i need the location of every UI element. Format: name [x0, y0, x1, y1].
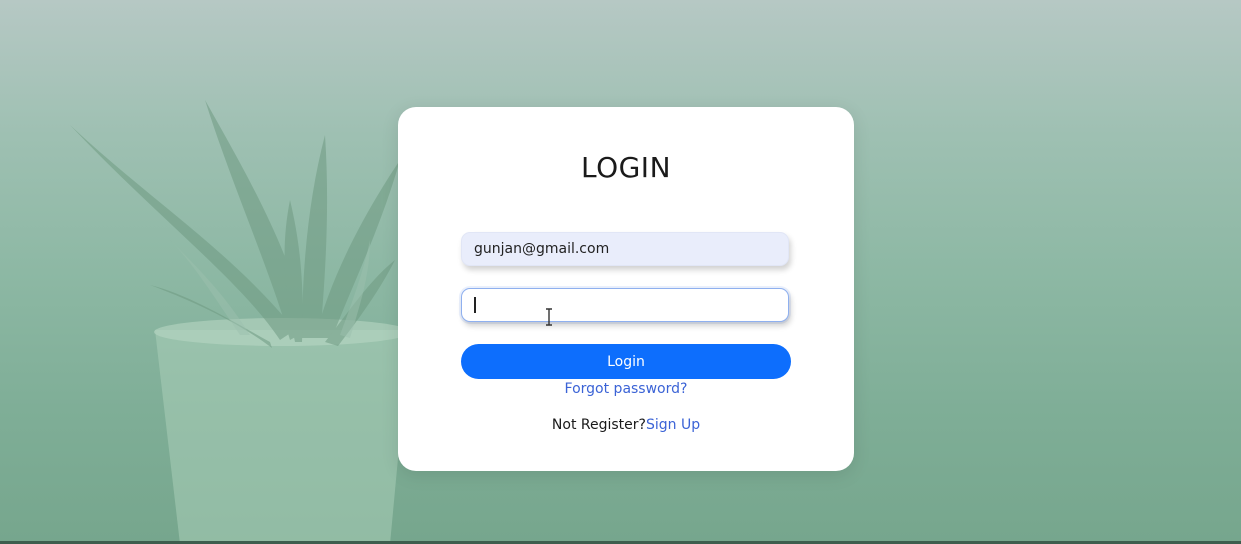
login-button[interactable]: Login: [461, 344, 791, 379]
forgot-password-link[interactable]: Forgot password?: [398, 381, 854, 397]
email-field[interactable]: gunjan@gmail.com: [461, 232, 789, 266]
sign-up-link[interactable]: Sign Up: [646, 417, 700, 433]
register-prompt: Not Register?Sign Up: [398, 417, 854, 433]
i-beam-cursor-icon: [546, 308, 552, 326]
login-card: LOGIN gunjan@gmail.com Login Forgot pass…: [398, 107, 854, 471]
not-registered-text: Not Register?: [551, 417, 646, 433]
email-value: gunjan@gmail.com: [474, 241, 610, 257]
login-page: LOGIN gunjan@gmail.com Login Forgot pass…: [0, 0, 1241, 544]
text-caret: [474, 297, 476, 313]
login-title: LOGIN: [580, 151, 672, 184]
password-field[interactable]: [461, 288, 789, 322]
